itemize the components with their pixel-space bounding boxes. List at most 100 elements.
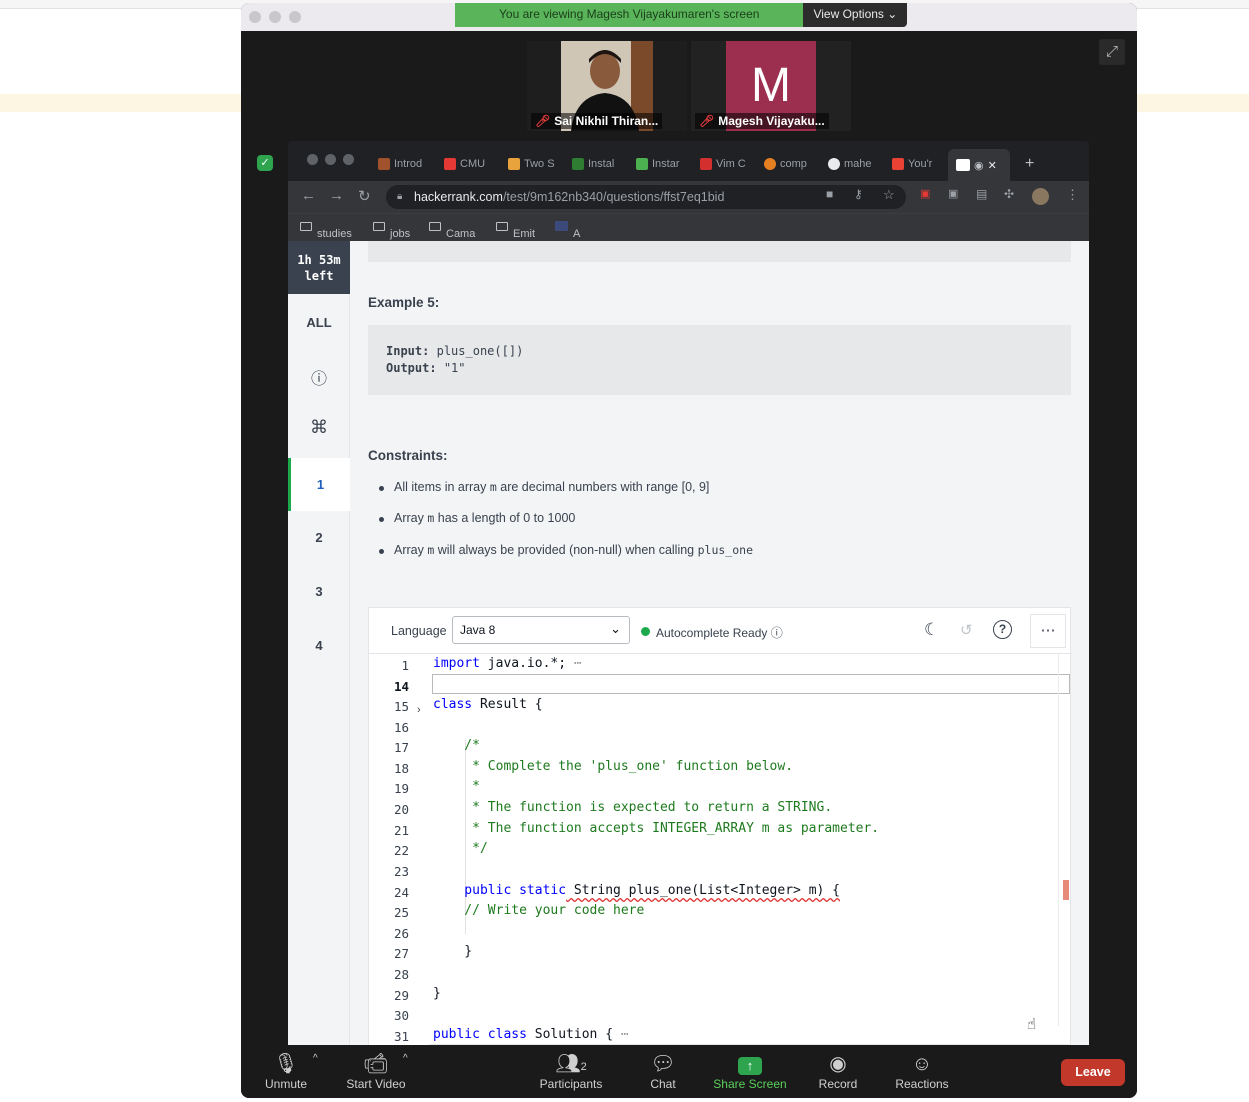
browser-tab[interactable]: Instal (572, 155, 622, 173)
browser-tab[interactable]: mahe (828, 155, 878, 173)
active-browser-tab[interactable]: ◉ ✕ (948, 149, 1010, 181)
forward-icon[interactable]: → (329, 187, 344, 204)
participant-name: 🎤︎ Magesh Vijayaku... (695, 113, 829, 129)
participants-icon: 👥︎2 (555, 1053, 587, 1075)
muted-mic-icon: 🎤︎ (535, 114, 551, 128)
browser-tab[interactable]: You'r (892, 155, 942, 173)
zoom-controls-bar: 🎙︎ Unmute ^ 📹︎ Start Video ^ 👥︎2 Participan… (241, 1045, 1137, 1098)
nav-question-3[interactable]: 3 (288, 584, 350, 599)
screen-share-banner: You are viewing Magesh Vijayakumaren's s… (455, 3, 908, 27)
youtube-icon (444, 158, 456, 170)
reactions-button[interactable]: ☺︎ Reactions (891, 1051, 953, 1091)
start-video-button[interactable]: 📹︎ Start Video (341, 1051, 411, 1091)
video-options-chevron-icon[interactable]: ^ (403, 1053, 408, 1064)
view-options-button[interactable]: View Options ⌄ (803, 3, 908, 27)
code-line: public class Solution { ⋯ (433, 1027, 629, 1042)
line-number: 25 (393, 905, 409, 920)
help-icon[interactable]: ? (993, 620, 1012, 639)
browser-tab[interactable]: Vim C (700, 155, 750, 173)
chat-button[interactable]: 💬︎ Chat (643, 1051, 683, 1091)
line-number: 21 (393, 823, 409, 838)
security-shield-icon[interactable]: ✓ (257, 155, 273, 171)
command-icon[interactable]: ⌘ (288, 417, 350, 438)
browser-tab[interactable]: CMU (444, 155, 494, 173)
leave-button[interactable]: Leave (1061, 1059, 1125, 1086)
code-comment: /* (433, 738, 480, 753)
nav-question-4[interactable]: 4 (288, 638, 350, 653)
fullscreen-icon[interactable]: ⤢ (1099, 39, 1125, 65)
line-number: 26 (393, 926, 409, 941)
record-button[interactable]: ◉ Record (815, 1051, 861, 1091)
browser-tab[interactable]: Introd (378, 155, 428, 173)
unmute-button[interactable]: 🎙︎ Unmute (263, 1051, 309, 1091)
nav-question-1[interactable]: 1 (288, 458, 350, 511)
language-select[interactable]: Java 8 ⌄ (452, 616, 630, 644)
tab-favicon-icon (764, 158, 776, 170)
chat-bubble-icon: 💬︎ (650, 1053, 676, 1075)
code-line: public static String plus_one(List<Integ… (433, 883, 840, 898)
close-window-button[interactable] (249, 11, 261, 23)
bookmark-folder[interactable]: Emit (496, 221, 535, 240)
camera-icon[interactable]: ■ (826, 187, 833, 201)
editor-scrollbar[interactable] (1058, 654, 1069, 1026)
maximize-window-button[interactable] (289, 11, 301, 23)
line-number: 18 (393, 761, 409, 776)
folded-ellipsis-icon[interactable]: ⋯ (566, 656, 582, 671)
folded-ellipsis-icon[interactable]: ⋯ (613, 1027, 629, 1042)
browser-minimize-dot (325, 154, 336, 165)
language-label: Language (391, 624, 447, 638)
kebab-menu-icon[interactable]: ⋮ (1066, 187, 1079, 203)
fold-arrow-icon[interactable]: › (417, 704, 421, 716)
constraint-item: Array m has a length of 0 to 1000 (378, 511, 576, 525)
output-value: "1" (443, 361, 466, 375)
bookmark-star-icon[interactable]: ☆ (883, 187, 895, 203)
example-box: Input: plus_one([]) Output: "1" (368, 325, 1071, 395)
browser-tab[interactable]: comp (764, 155, 814, 173)
line-number: 23 (393, 864, 409, 879)
profile-avatar-icon[interactable] (1032, 188, 1049, 205)
browser-maximize-dot (343, 154, 354, 165)
dark-mode-moon-icon[interactable]: ☾ (924, 620, 939, 640)
puzzle-extensions-icon[interactable]: ✣ (1004, 187, 1014, 201)
participants-button[interactable]: 👥︎2 Participants (535, 1051, 607, 1091)
reload-icon[interactable]: ↻ (358, 187, 371, 205)
participant-avatar-tile[interactable]: M 🎤︎ Magesh Vijayaku... (691, 41, 851, 131)
chevron-down-icon: ⌄ (887, 7, 898, 21)
video-off-icon: 📹︎ (363, 1053, 389, 1075)
question-content: Example 5: Input: plus_one([]) Output: "… (350, 241, 1089, 1045)
bookmark-favicon-icon (555, 221, 568, 231)
new-tab-button[interactable]: + (1025, 155, 1034, 173)
share-screen-button[interactable]: ↑ Share Screen (709, 1051, 791, 1091)
more-options-icon[interactable]: ⋯ (1030, 614, 1066, 648)
output-label: Output: (386, 361, 437, 375)
extension-icon[interactable]: ▣ (920, 187, 930, 200)
code-comment: * The function is expected to return a S… (433, 800, 833, 815)
code-editor: Language Java 8 ⌄ Autocomplete Ready ⓘ ☾ … (368, 607, 1072, 1045)
nav-question-2[interactable]: 2 (288, 530, 350, 545)
restore-history-icon[interactable]: ↺ (960, 621, 973, 639)
nav-all[interactable]: ALL (288, 315, 350, 330)
audio-indicator-icon: ◉ (974, 159, 984, 172)
key-icon[interactable]: ⚷ (854, 187, 863, 201)
bookmark-folder[interactable]: studies (300, 221, 352, 240)
line-number: 27 (393, 946, 409, 961)
info-icon[interactable]: ⓘ (288, 365, 350, 389)
timer: 1h 53m left (288, 241, 350, 294)
code-line: class Result { (433, 697, 543, 712)
save-extension-icon[interactable]: ▤ (976, 187, 987, 201)
info-icon[interactable]: ⓘ (771, 626, 783, 640)
hackerrank-page: 1h 53m left ALL ⓘ ⌘ 1 2 3 4 Example 5: In… (288, 241, 1089, 1045)
close-tab-icon[interactable]: ✕ (988, 159, 997, 172)
bookmark-folder[interactable]: jobs (373, 221, 410, 240)
constraint-item: All items in array m are decimal numbers… (378, 480, 710, 494)
audio-options-chevron-icon[interactable]: ^ (313, 1053, 318, 1064)
participant-video-tile[interactable]: 🎤︎ Sai Nikhil Thiran... (527, 41, 687, 131)
bookmark-folder[interactable]: Cama (429, 221, 475, 240)
example-title: Example 5: (368, 295, 440, 310)
browser-tab[interactable]: Instar (636, 155, 686, 173)
browser-tab[interactable]: Two S (508, 155, 558, 173)
minimize-window-button[interactable] (269, 11, 281, 23)
extension-icon[interactable]: ▣ (948, 187, 958, 200)
back-icon[interactable]: ← (301, 187, 316, 204)
bookmark-link[interactable]: A Journey Into Big... (555, 221, 612, 276)
